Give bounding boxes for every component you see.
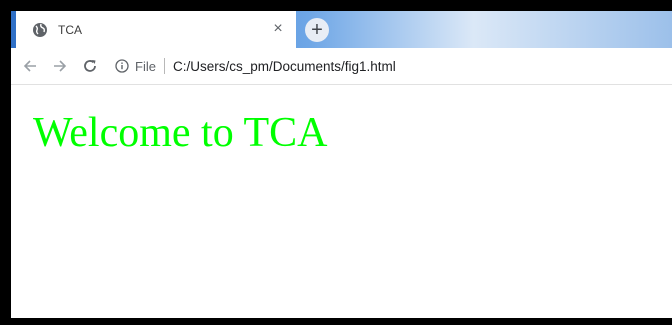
globe-icon: [32, 22, 48, 38]
close-tab-icon[interactable]: ×: [270, 21, 286, 37]
new-tab-button[interactable]: +: [305, 18, 329, 42]
url-text[interactable]: C:/Users/cs_pm/Documents/fig1.html: [173, 59, 396, 74]
tab-title: TCA: [58, 22, 82, 37]
reload-button[interactable]: [79, 55, 101, 77]
arrow-right-icon: [54, 60, 67, 72]
back-button[interactable]: [19, 55, 41, 77]
info-icon[interactable]: [115, 59, 129, 73]
omnibox-separator: [163, 58, 165, 74]
address-bar[interactable]: File C:/Users/cs_pm/Documents/fig1.html: [115, 52, 615, 80]
site-info-label: File: [135, 58, 156, 74]
browser-window: TCA × + File C:/Users/cs_pm/Documents/fi…: [0, 0, 672, 325]
forward-button[interactable]: [49, 55, 71, 77]
toolbar: File C:/Users/cs_pm/Documents/fig1.html: [11, 48, 672, 85]
tab-strip: TCA × +: [11, 11, 672, 48]
tab-tca[interactable]: TCA ×: [16, 11, 296, 48]
arrow-left-icon: [23, 60, 36, 72]
page-heading: Welcome to TCA: [33, 110, 328, 156]
reload-icon: [84, 60, 96, 72]
page-content: Welcome to TCA: [11, 85, 672, 157]
